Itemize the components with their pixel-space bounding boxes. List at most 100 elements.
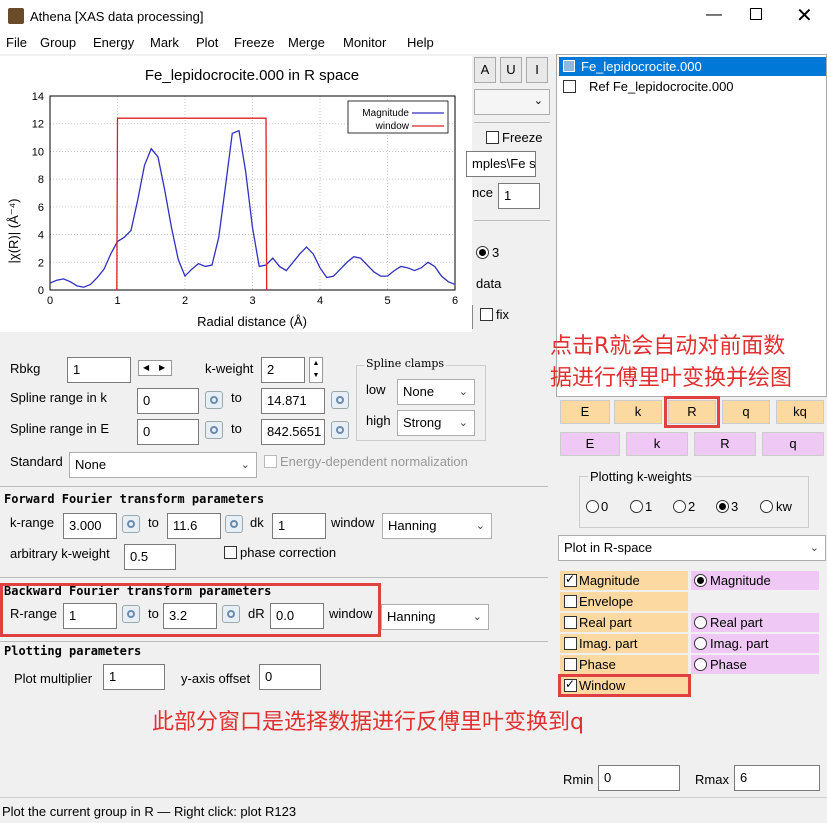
menu-merge[interactable]: Merge [288,35,325,50]
menu-monitor[interactable]: Monitor [343,35,386,50]
spline-k-to-field[interactable]: 14.871 [261,388,325,414]
spline-e-from-field[interactable]: 0 [137,419,199,445]
spline-e-to-field[interactable]: 842.5651 [261,419,325,445]
top-select[interactable]: ⌄ [474,89,550,115]
arb-kweight-field[interactable]: 0.5 [124,544,176,570]
fft-window-select[interactable]: Hanning ⌄ [382,513,492,539]
r-option-envelope[interactable]: Envelope [560,592,688,611]
bold-button[interactable]: A [474,57,496,83]
menu-file[interactable]: File [6,35,27,50]
group-item[interactable]: Ref Fe_lepidocrocite.000 [559,77,826,96]
rmin-field[interactable]: 0 [598,765,680,791]
spline-k-from-field[interactable]: 0 [137,388,199,414]
standard-select[interactable]: None ⌄ [69,452,257,478]
rmax-field[interactable]: 6 [734,765,820,791]
plot-e-button[interactable]: E [560,400,610,424]
plot-marked-k-button[interactable]: k [626,432,688,456]
r-marked-real[interactable]: Real part [691,613,819,632]
bft-window-select[interactable]: Hanning ⌄ [381,604,489,630]
group-checkbox[interactable] [563,60,575,72]
group-checkbox[interactable] [563,80,576,93]
radio-3[interactable] [476,246,489,259]
menu-mark[interactable]: Mark [150,35,179,50]
real-checkbox[interactable] [564,616,577,629]
chart-svg: Fe_lepidocrocite.000 in R space 0 1 2 3 4 5 60… [6,67,458,329]
marked-real-radio[interactable] [694,616,707,629]
marked-phase-radio[interactable] [694,658,707,671]
underline-button[interactable]: U [500,57,522,83]
marked-magnitude-radio[interactable] [694,574,707,587]
series-line-magnitude [49,129,456,288]
freeze-checkbox[interactable] [486,131,499,144]
pick-point-icon[interactable] [331,391,349,409]
magnitude-checkbox[interactable] [564,572,577,587]
plot-multiplier-field[interactable]: 1 [103,664,165,690]
r-option-real[interactable]: Real part [560,613,688,632]
kweight-radio-3[interactable] [716,500,729,513]
importance-field[interactable]: 1 [498,183,540,209]
x-tick-label: 1 [114,295,120,307]
x-tick-label: 6 [452,295,458,307]
phase-correction-checkbox[interactable] [224,546,237,559]
kweight-radio-2[interactable] [673,500,686,513]
menu-energy[interactable]: Energy [93,35,134,50]
r-option-imag[interactable]: Imag. part [560,634,688,653]
pick-point-icon[interactable] [225,515,243,533]
italic-button[interactable]: I [526,57,548,83]
kmin-field[interactable]: 3.000 [63,513,117,539]
plot-space-select[interactable]: Plot in R-space ⌄ [558,535,826,561]
plot-marked-r-button[interactable]: R [694,432,756,456]
kmax-field[interactable]: 11.6 [167,513,221,539]
plot-marked-e-button[interactable]: E [560,432,620,456]
plot-r-button[interactable]: R [668,400,716,424]
clamp-low-select[interactable]: None ⌄ [397,379,475,405]
kweight-spinner[interactable]: ▲ ▼ [309,357,323,383]
arrow-left-icon[interactable]: ◀ [143,361,149,375]
marked-magnitude-label: Magnitude [710,573,771,588]
arrow-down-icon[interactable]: ▼ [310,370,322,382]
pick-point-icon[interactable] [122,515,140,533]
plot-kq-button[interactable]: kq [776,400,824,424]
kweight-radio-kw[interactable] [760,500,773,513]
arrow-right-icon[interactable]: ▶ [159,361,165,375]
phase-checkbox[interactable] [564,658,577,671]
fix-checkbox[interactable] [480,308,493,321]
marked-imag-radio[interactable] [694,637,707,650]
r-option-phase[interactable]: Phase [560,655,688,674]
menu-plot[interactable]: Plot [196,35,218,50]
menu-help[interactable]: Help [407,35,434,50]
kweight-field[interactable]: 2 [261,357,305,383]
group-item-selected[interactable]: Fe_lepidocrocite.000 [559,57,826,76]
kweight-radio-1[interactable] [630,500,643,513]
menu-freeze[interactable]: Freeze [234,35,274,50]
file-path-field[interactable]: mples\Fe s [466,151,536,177]
maximize-icon[interactable] [750,8,762,20]
chevron-down-icon: ⌄ [809,542,819,554]
rbkg-spinner[interactable]: ◀ ▶ [138,360,172,376]
envelope-checkbox[interactable] [564,595,577,608]
clamp-high-select[interactable]: Strong ⌄ [397,410,475,436]
menu-group[interactable]: Group [40,35,76,50]
fix-label: fix [496,307,509,322]
imag-label: Imag. part [579,636,638,651]
pick-point-icon[interactable] [331,421,349,439]
pick-point-icon[interactable] [205,421,223,439]
plot-k-button[interactable]: k [614,400,662,424]
dk-field[interactable]: 1 [272,513,326,539]
yaxis-offset-field[interactable]: 0 [259,664,321,690]
imag-checkbox[interactable] [564,637,577,650]
energy-norm-checkbox[interactable] [264,455,277,468]
rbkg-field[interactable]: 1 [67,357,131,383]
plot-marked-q-button[interactable]: q [762,432,824,456]
r-marked-imag[interactable]: Imag. part [691,634,819,653]
plot-q-button[interactable]: q [722,400,770,424]
kweight-radio-0[interactable] [586,500,599,513]
y-tick-label: 6 [38,202,44,214]
minimize-icon[interactable]: — [706,6,722,24]
arrow-up-icon[interactable]: ▲ [310,358,322,370]
close-icon[interactable]: ✕ [796,3,813,28]
r-marked-phase[interactable]: Phase [691,655,819,674]
pick-point-icon[interactable] [205,391,223,409]
r-option-magnitude[interactable]: Magnitude [560,571,688,590]
r-marked-magnitude[interactable]: Magnitude [691,571,819,590]
